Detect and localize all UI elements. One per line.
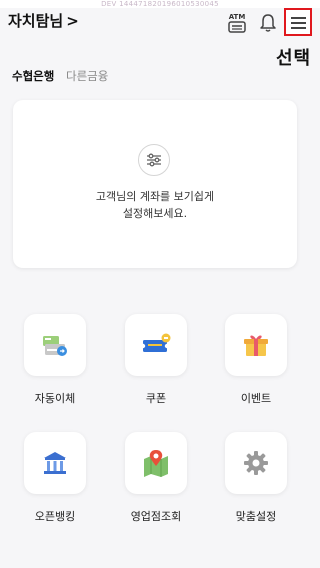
atm-button[interactable]: ATM [226, 11, 248, 35]
bank-building-icon [44, 452, 66, 474]
tile-event[interactable]: 이벤트 [216, 314, 296, 406]
tile-label: 오픈뱅킹 [34, 510, 76, 523]
sliders-icon [147, 153, 161, 167]
user-name-link[interactable]: 자치탐님 > [8, 8, 79, 42]
message-line-2: 설정해보세요. [122, 207, 188, 220]
tile-custom-settings[interactable]: 맞춤설정 [216, 432, 296, 524]
tile-coupon[interactable]: 쿠폰 [116, 314, 196, 406]
tile-branch-search[interactable]: 영업점조회 [116, 432, 196, 524]
annotation-select-label: 선택 [276, 48, 312, 69]
coupon-icon [140, 333, 171, 352]
debug-strip: DEV 144471820196010530045 [0, 0, 320, 8]
menu-icon-line [291, 27, 306, 29]
tile-icon-box [24, 432, 86, 494]
menu-icon-line [291, 17, 306, 19]
gear-icon [244, 451, 268, 475]
tab-other-finance[interactable]: 다른금융 [66, 68, 108, 84]
tile-label: 영업점조회 [130, 510, 182, 523]
tile-icon-box [125, 314, 187, 376]
tile-auto-transfer[interactable]: 자동이체 [15, 314, 95, 406]
tile-label: 자동이체 [34, 392, 76, 405]
notification-button[interactable] [258, 12, 278, 34]
tile-icon-box [24, 314, 86, 376]
account-setup-message: 고객님의 계좌를 보기쉽게 설정해보세요. [13, 188, 297, 222]
bank-tabs: 수협은행 다른금융 [12, 68, 116, 84]
tile-icon-box [225, 432, 287, 494]
app-header: 자치탐님 > ATM [0, 8, 320, 42]
message-line-1: 고객님의 계좌를 보기쉽게 [95, 190, 215, 203]
auto-transfer-icon [43, 336, 67, 356]
tab-suhyup-bank[interactable]: 수협은행 [12, 68, 54, 84]
tile-icon-box [125, 432, 187, 494]
tile-open-banking[interactable]: 오픈뱅킹 [15, 432, 95, 524]
gift-icon [244, 335, 268, 356]
account-settings-button[interactable] [138, 144, 170, 176]
atm-text: ATM [229, 13, 246, 21]
hamburger-menu-button[interactable] [284, 8, 312, 36]
map-pin-icon [144, 450, 168, 477]
menu-icon-line [291, 22, 306, 24]
tile-icon-box [225, 314, 287, 376]
tile-label: 맞춤설정 [235, 510, 277, 523]
atm-icon: ATM [228, 13, 246, 33]
chevron-right-icon: > [66, 12, 79, 30]
tile-label: 쿠폰 [145, 392, 167, 405]
bell-icon [260, 14, 276, 32]
user-name: 자치탐님 [8, 12, 64, 30]
tile-label: 이벤트 [240, 392, 272, 405]
account-setup-card[interactable]: 고객님의 계좌를 보기쉽게 설정해보세요. [13, 100, 297, 268]
